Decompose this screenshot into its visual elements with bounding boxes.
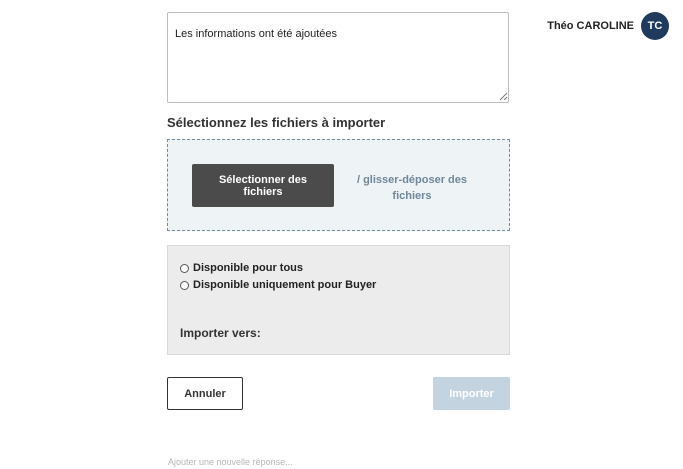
radio-circle-icon[interactable] <box>180 280 189 290</box>
resize-handle-icon[interactable] <box>498 91 508 101</box>
file-dropzone[interactable]: Sélectionner des fichiers / glisser-dépo… <box>167 139 510 231</box>
drag-drop-text: / glisser-déposer des fichiers <box>356 174 468 202</box>
import-to-label: Importer vers: <box>180 326 261 340</box>
comment-textarea[interactable]: Les informations ont été ajoutées <box>167 12 509 103</box>
new-reply-placeholder[interactable]: Ajouter une nouvelle réponse... <box>168 457 293 467</box>
select-files-button[interactable]: Sélectionner des fichiers <box>192 164 334 207</box>
user-menu[interactable]: Théo CAROLINE TC <box>547 12 669 40</box>
upload-title: Sélectionnez les fichiers à importer <box>167 115 386 130</box>
radio-circle-icon[interactable] <box>180 263 189 273</box>
radio-available-all[interactable]: Disponible pour tous <box>180 262 303 274</box>
page: Théo CAROLINE TC Les informations ont ét… <box>0 0 683 469</box>
radio-available-all-label: Disponible pour tous <box>193 262 303 274</box>
import-button[interactable]: Importer <box>433 377 510 410</box>
cancel-button[interactable]: Annuler <box>167 377 243 410</box>
availability-panel: Disponible pour tous Disponible uniqueme… <box>167 245 510 355</box>
radio-available-buyer-label: Disponible uniquement pour Buyer <box>193 279 377 291</box>
avatar[interactable]: TC <box>641 12 669 40</box>
radio-available-buyer[interactable]: Disponible uniquement pour Buyer <box>180 279 376 291</box>
user-name: Théo CAROLINE <box>547 20 634 32</box>
